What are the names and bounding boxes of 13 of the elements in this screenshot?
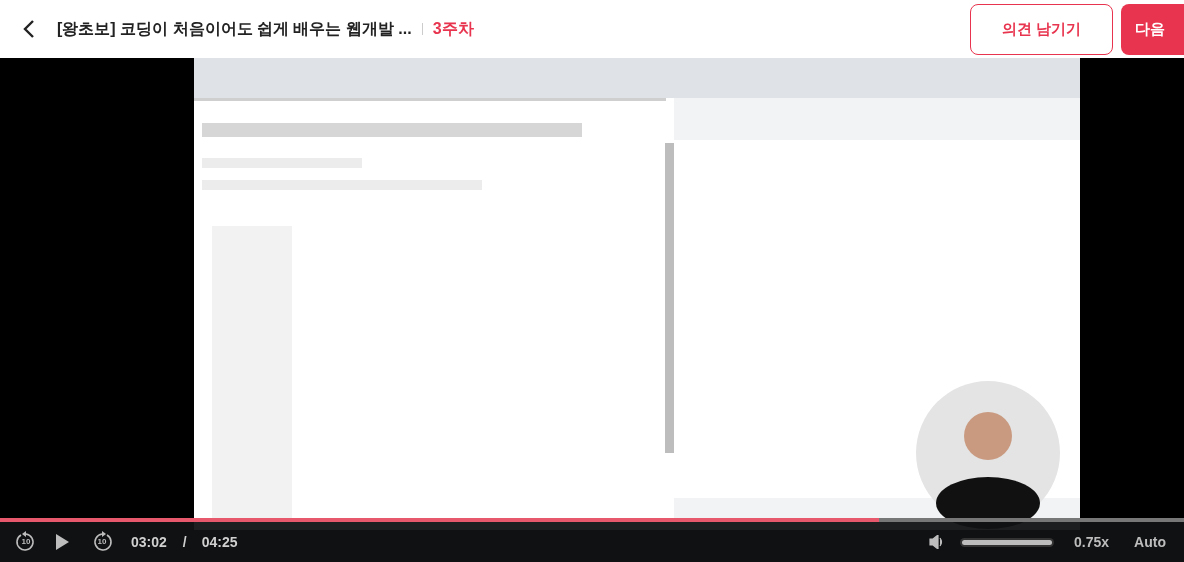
play-button[interactable] (54, 533, 70, 551)
next-button[interactable]: 다음 (1121, 3, 1184, 55)
rewind-button[interactable]: 10 (15, 531, 37, 553)
quality-button[interactable]: Auto (1134, 531, 1166, 553)
time-separator: / (182, 532, 187, 552)
speed-button[interactable]: 0.75x (1074, 531, 1110, 553)
duration: 04:25 (201, 532, 238, 552)
back-icon (23, 19, 35, 39)
course-title: [왕초보] 코딩이 처음이어도 쉽게 배우는 웹개발 ... (57, 19, 412, 39)
week-label: 3주차 (432, 19, 474, 39)
feedback-button[interactable]: 의견 남기기 (970, 3, 1113, 55)
current-time: 03:02 (131, 532, 167, 552)
forward-button[interactable]: 10 (91, 531, 113, 553)
